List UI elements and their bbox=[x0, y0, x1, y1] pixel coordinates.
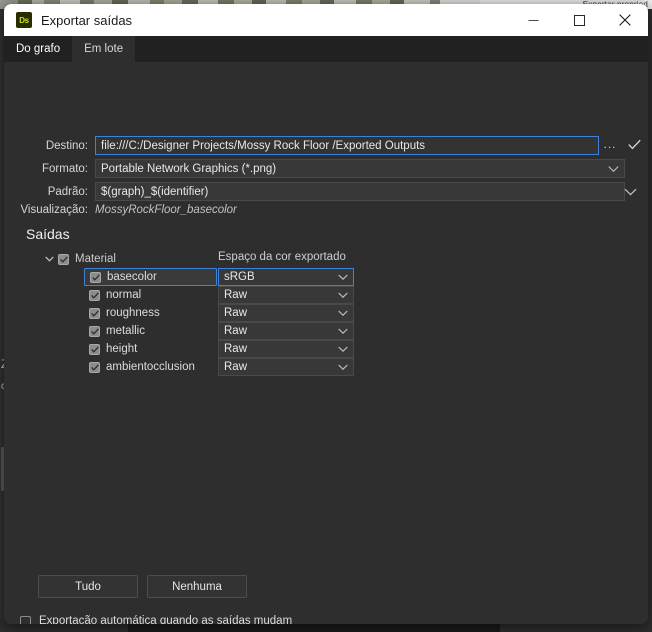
window-title: Exportar saídas bbox=[41, 12, 133, 28]
table-row[interactable]: basecolor sRGB bbox=[40, 268, 354, 286]
colorspace-select[interactable]: sRGB bbox=[218, 268, 354, 286]
colorspace-select[interactable]: Raw bbox=[218, 286, 354, 304]
colorspace-value: Raw bbox=[224, 307, 248, 319]
preview-label: Visualização: bbox=[20, 204, 88, 216]
output-name: roughness bbox=[106, 307, 160, 319]
output-name: basecolor bbox=[107, 271, 157, 283]
output-name: normal bbox=[106, 289, 142, 301]
pattern-row: Padrão: $(graph)_$(identifier) bbox=[4, 182, 644, 201]
chevron-down-icon bbox=[338, 364, 348, 371]
material-label: Material bbox=[75, 253, 116, 265]
table-row[interactable]: roughness Raw bbox=[40, 304, 354, 322]
format-row: Formato: Portable Network Graphics (*.pn… bbox=[4, 159, 644, 178]
table-row[interactable]: height Raw bbox=[40, 340, 354, 358]
outputs-section-title: Saídas bbox=[26, 226, 70, 242]
colorspace-cell: Raw bbox=[218, 286, 354, 304]
colorspace-cell: Raw bbox=[218, 322, 354, 340]
colorspace-cell: Raw bbox=[218, 340, 354, 358]
colorspace-select[interactable]: Raw bbox=[218, 322, 354, 340]
destination-browse-button[interactable]: ... bbox=[600, 136, 620, 152]
titlebar: Ds Exportar saídas bbox=[4, 4, 648, 39]
colorspace-cell: sRGB bbox=[218, 268, 354, 286]
colorspace-cell: Raw bbox=[218, 304, 354, 322]
chevron-down-icon bbox=[338, 346, 348, 353]
dialog-body: Destino: file:///C:/Designer Projects/Mo… bbox=[4, 62, 648, 624]
pattern-label: Padrão: bbox=[47, 185, 88, 198]
preview-value: MossyRockFloor_basecolor bbox=[95, 204, 237, 216]
tree-group-row-material[interactable]: Material bbox=[40, 250, 340, 268]
minimize-icon[interactable] bbox=[510, 4, 556, 36]
output-checkbox[interactable] bbox=[89, 325, 100, 337]
material-checkbox[interactable] bbox=[58, 253, 69, 265]
format-select-value: Portable Network Graphics (*.png) bbox=[101, 162, 277, 175]
colorspace-value: Raw bbox=[224, 325, 248, 337]
colorspace-value: Raw bbox=[224, 343, 248, 355]
format-select[interactable]: Portable Network Graphics (*.png) bbox=[95, 159, 625, 178]
maximize-icon[interactable] bbox=[556, 4, 602, 36]
check-icon[interactable] bbox=[626, 136, 642, 152]
colorspace-select[interactable]: Raw bbox=[218, 304, 354, 322]
format-label: Formato: bbox=[41, 162, 88, 175]
auto-export-checkbox[interactable] bbox=[20, 615, 31, 624]
output-name-cell[interactable]: roughness bbox=[84, 304, 217, 322]
tab-do-grafo[interactable]: Do grafo bbox=[4, 36, 73, 62]
table-row[interactable]: normal Raw bbox=[40, 286, 354, 304]
pattern-chevron-down-icon[interactable] bbox=[624, 188, 637, 196]
table-row[interactable]: metallic Raw bbox=[40, 322, 354, 340]
output-name: height bbox=[106, 343, 138, 355]
close-icon[interactable] bbox=[602, 4, 648, 36]
destination-label: Destino: bbox=[45, 139, 88, 152]
auto-export-label: Exportação automática quando as saídas m… bbox=[39, 615, 293, 624]
destination-row: Destino: file:///C:/Designer Projects/Mo… bbox=[4, 136, 644, 155]
output-name-cell[interactable]: metallic bbox=[84, 322, 217, 340]
destination-input[interactable]: file:///C:/Designer Projects/Mossy Rock … bbox=[95, 136, 599, 155]
chevron-down-icon bbox=[338, 292, 348, 299]
output-name: ambientocclusion bbox=[106, 361, 195, 373]
colorspace-value: Raw bbox=[224, 361, 248, 373]
pattern-input[interactable]: $(graph)_$(identifier) bbox=[95, 182, 625, 201]
table-row[interactable]: ambientocclusion Raw bbox=[40, 358, 354, 376]
chevron-down-icon[interactable] bbox=[40, 256, 58, 262]
output-name-cell[interactable]: ambientocclusion bbox=[84, 358, 217, 376]
tab-bar: Do grafo Em lote bbox=[4, 36, 648, 62]
chevron-down-icon bbox=[338, 310, 348, 317]
preview-row: Visualização: MossyRockFloor_basecolor bbox=[4, 204, 237, 216]
designer-app-icon: Ds bbox=[16, 12, 32, 28]
colorspace-select[interactable]: Raw bbox=[218, 358, 354, 376]
output-checkbox[interactable] bbox=[89, 361, 100, 373]
output-checkbox[interactable] bbox=[89, 343, 100, 355]
output-checkbox[interactable] bbox=[89, 289, 100, 301]
colorspace-value: Raw bbox=[224, 289, 248, 301]
chevron-down-icon bbox=[338, 274, 348, 281]
output-name: metallic bbox=[106, 325, 145, 337]
select-all-button[interactable]: Tudo bbox=[38, 575, 138, 598]
select-none-button[interactable]: Nenhuma bbox=[147, 575, 247, 598]
output-name-cell[interactable]: basecolor bbox=[84, 268, 217, 286]
output-checkbox[interactable] bbox=[89, 307, 100, 319]
output-name-cell[interactable]: normal bbox=[84, 286, 217, 304]
colorspace-value: sRGB bbox=[224, 271, 255, 283]
colorspace-cell: Raw bbox=[218, 358, 354, 376]
tab-em-lote[interactable]: Em lote bbox=[72, 36, 136, 62]
output-checkbox[interactable] bbox=[90, 271, 101, 283]
chevron-down-icon bbox=[338, 328, 348, 335]
chevron-down-icon bbox=[608, 165, 619, 172]
auto-export-row[interactable]: Exportação automática quando as saídas m… bbox=[20, 615, 292, 624]
export-outputs-dialog: Ds Exportar saídas Do grafo Em lote Dest… bbox=[4, 4, 648, 624]
colorspace-select[interactable]: Raw bbox=[218, 340, 354, 358]
outputs-tree: Material basecolor sRGB normal Raw rough… bbox=[40, 250, 354, 376]
output-name-cell[interactable]: height bbox=[84, 340, 217, 358]
